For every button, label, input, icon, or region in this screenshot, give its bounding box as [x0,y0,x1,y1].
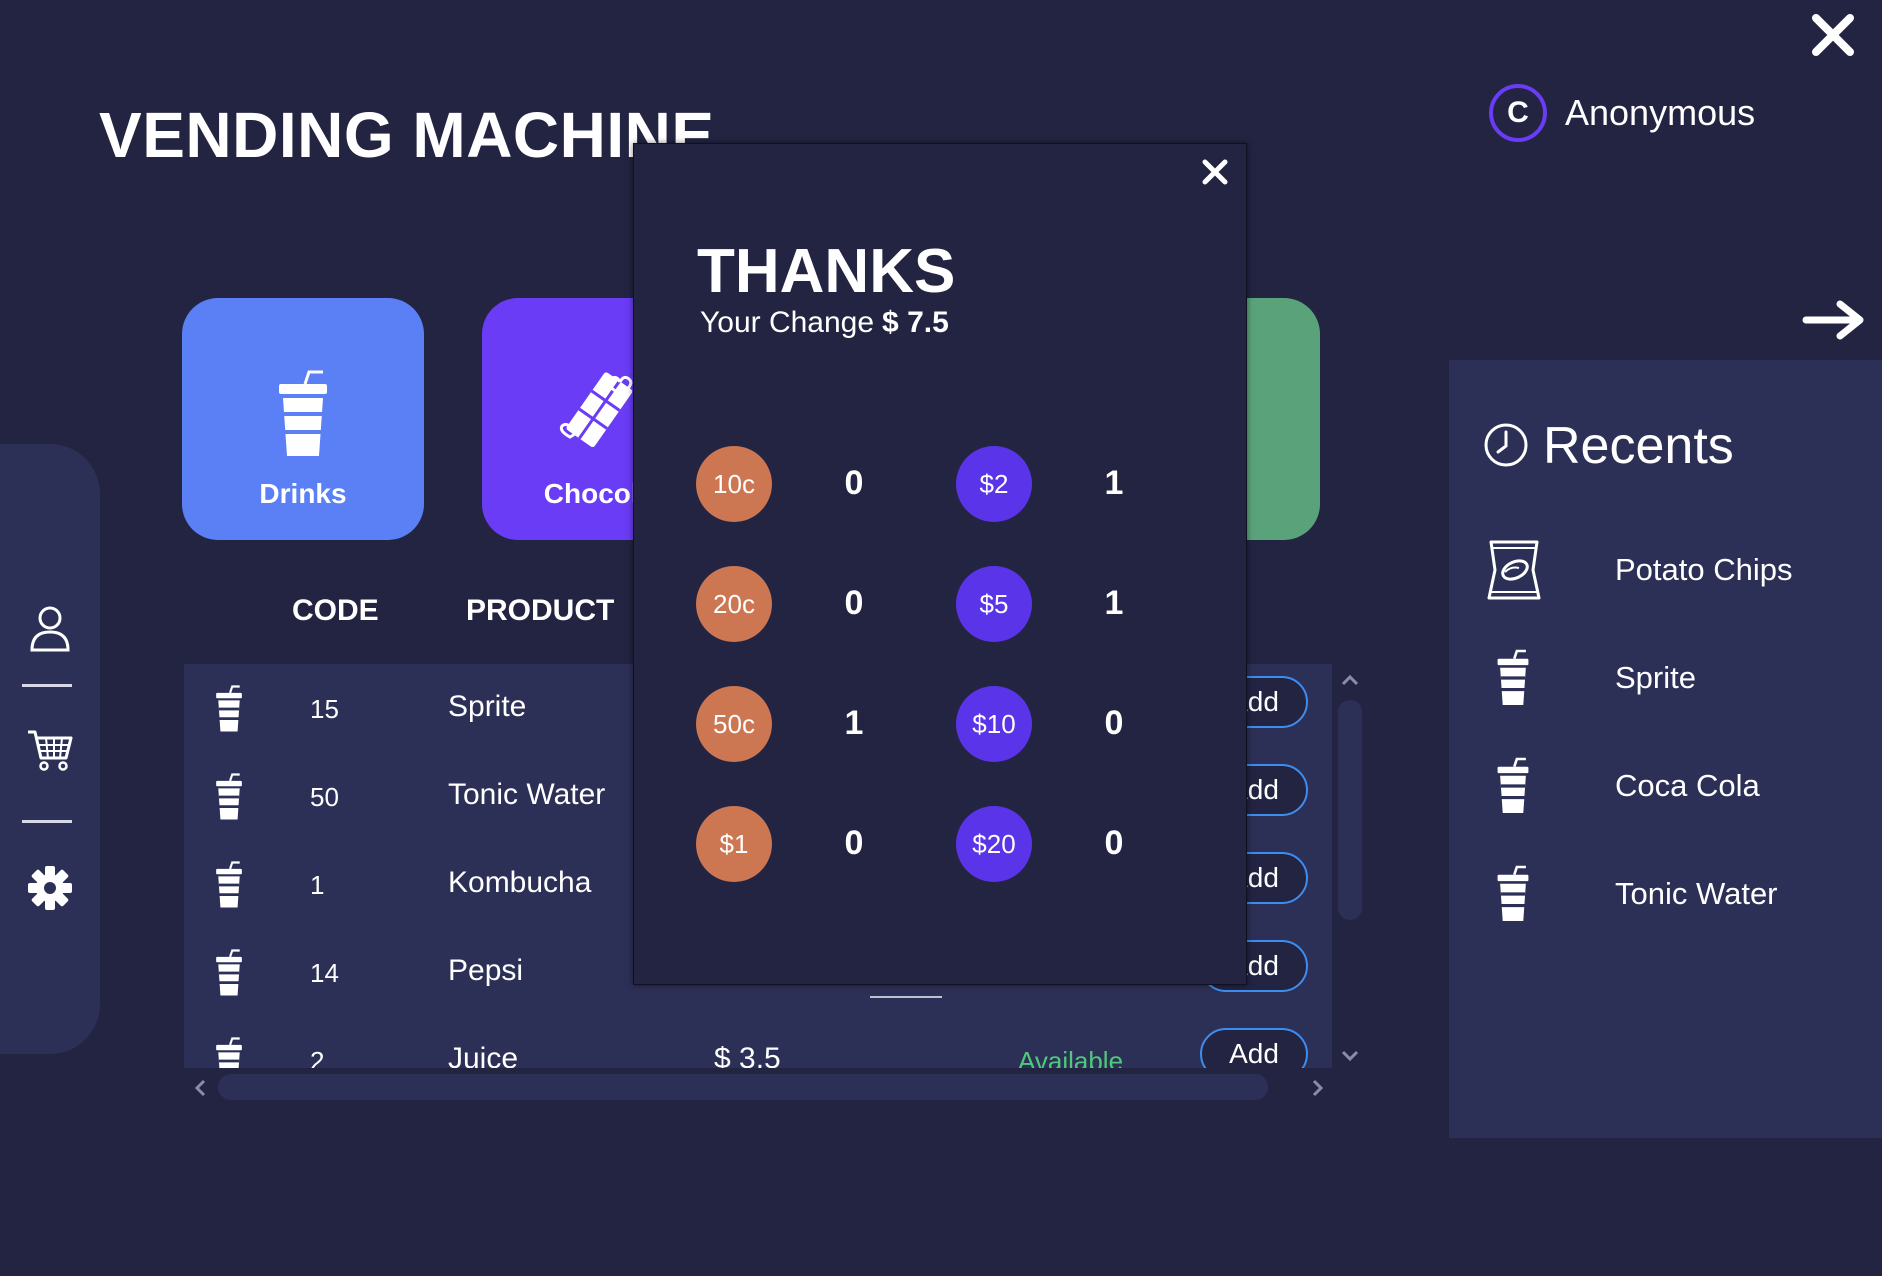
chevron-up-icon [1341,674,1359,686]
product-name: Pepsi [448,954,524,987]
vertical-scrollbar[interactable] [1338,700,1362,920]
chevron-left-icon [194,1079,206,1097]
close-icon [1812,14,1854,56]
coin-quantity: 0 [844,584,864,622]
horizontal-scrollbar[interactable] [218,1074,1268,1100]
note-quantity: 1 [1104,584,1124,622]
toggle-recents-button[interactable] [1802,298,1866,342]
window-close-button[interactable] [1808,10,1858,60]
status-badge: Available [1018,1046,1124,1068]
dialog-close-button[interactable] [1200,157,1230,187]
add-button[interactable]: Add [1200,1028,1308,1068]
recents-panel: Recents Potato Chips Sprite Coca Cola To… [1449,360,1882,1138]
category-label: Drinks [259,478,347,509]
avatar[interactable]: C [1489,84,1547,142]
product-name: Juice [448,1042,519,1068]
product-price: $ 3.5 [714,1042,781,1068]
change-label: Your Change [700,306,875,339]
recents-title: Recents [1543,417,1734,475]
column-header-code[interactable]: CODE [292,594,379,628]
cup-icon [1495,647,1531,709]
nav-divider [22,684,72,687]
dialog-title: THANKS [697,237,956,306]
scroll-up-button[interactable] [1338,668,1362,692]
chevron-right-icon [1312,1079,1324,1097]
note-quantity: 0 [1104,824,1124,862]
recent-item-label: Sprite [1615,660,1696,695]
recent-item-label: Tonic Water [1615,876,1778,911]
cup-icon [214,948,244,998]
nav-divider [22,820,72,823]
cart-icon[interactable] [26,726,74,774]
cup-icon [275,370,331,458]
category-drinks[interactable]: Drinks [182,298,424,540]
coin-quantity: 0 [844,464,864,502]
recent-item[interactable]: Potato Chips [1485,530,1865,610]
cup-icon [214,860,244,910]
user-account[interactable]: C Anonymous [1489,84,1755,142]
scroll-right-button[interactable] [1306,1076,1330,1100]
change-amount: $ 7.5 [882,306,949,339]
cup-icon [214,684,244,734]
recent-item[interactable]: Sprite [1485,638,1865,718]
cup-icon [1495,863,1531,925]
table-row[interactable]: 2 Juice $ 3.5 Available Add [184,1016,1332,1068]
coin-badge: 50c [696,686,772,762]
note-badge: $5 [956,566,1032,642]
product-name: Sprite [448,690,527,723]
clock-icon [1483,422,1529,468]
coin-badge: 20c [696,566,772,642]
chips-bag-icon [1485,538,1543,602]
change-dialog: THANKS Your Change $ 7.5 10c 0 $2 1 20c 0… [633,143,1247,985]
profile-icon[interactable] [26,604,74,652]
cup-icon [214,772,244,822]
chevron-down-icon [1341,1050,1359,1062]
cup-icon [214,1036,244,1068]
note-quantity: 0 [1104,704,1124,742]
product-code: 50 [310,782,339,812]
product-code: 14 [310,958,339,988]
product-name: Kombucha [448,866,592,899]
user-name: Anonymous [1565,92,1756,133]
close-icon [1202,159,1228,185]
note-badge: $2 [956,446,1032,522]
product-code: 15 [310,694,339,724]
product-name: Tonic Water [448,778,606,811]
scroll-down-button[interactable] [1338,1044,1362,1068]
column-header-product[interactable]: PRODUCT [466,594,614,628]
change-summary: Your Change $ 7.5 [700,306,949,340]
product-code: 1 [310,870,325,900]
coin-quantity: 0 [844,824,864,862]
side-nav [0,444,100,1054]
coin-quantity: 1 [844,704,864,742]
scroll-left-button[interactable] [188,1076,212,1100]
recent-item-label: Potato Chips [1615,552,1793,587]
app-title: VENDING MACHINE [99,99,715,171]
divider [870,996,942,998]
note-badge: $20 [956,806,1032,882]
product-code: 2 [310,1046,325,1068]
arrow-right-icon [1802,300,1864,340]
note-quantity: 1 [1104,464,1124,502]
note-badge: $10 [956,686,1032,762]
coin-badge: 10c [696,446,772,522]
recent-item[interactable]: Tonic Water [1485,854,1865,934]
gear-icon[interactable] [26,864,74,912]
chocolate-icon [556,368,640,452]
recent-item-label: Coca Cola [1615,768,1760,803]
recent-item[interactable]: Coca Cola [1485,746,1865,826]
coin-badge: $1 [696,806,772,882]
cup-icon [1495,755,1531,817]
